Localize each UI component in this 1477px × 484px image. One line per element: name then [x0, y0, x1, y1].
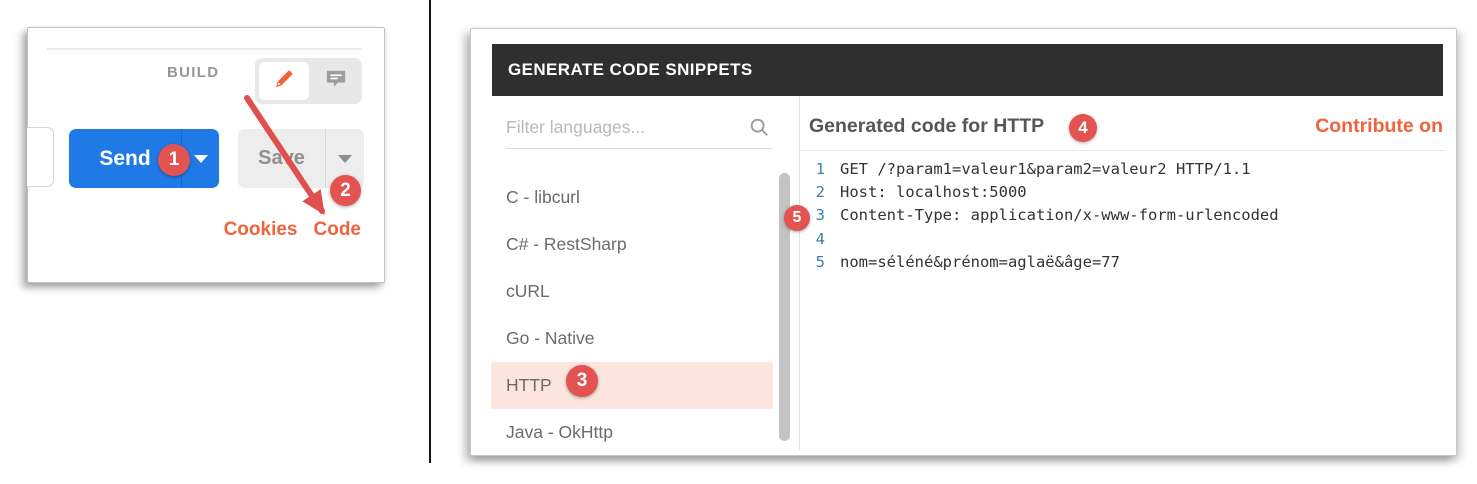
language-item-c-libcurl[interactable]: C - libcurl [491, 174, 773, 221]
panel-separator-line [429, 0, 431, 463]
code-line: 1 GET /?param1=valeur1&param2=valeur2 HT… [805, 157, 1279, 180]
code-link[interactable]: Code [314, 219, 362, 241]
annotation-badge-5: 5 [784, 205, 810, 231]
annotation-badge-4: 4 [1069, 114, 1097, 142]
comment-mode-segment[interactable] [309, 68, 362, 95]
chevron-down-icon [338, 155, 352, 163]
pencil-icon [273, 68, 295, 95]
filter-languages-input[interactable] [506, 109, 736, 145]
filter-languages-field [506, 109, 772, 149]
annotation-badge-3: 3 [566, 365, 598, 397]
dialog-title-bar: GENERATE CODE SNIPPETS [492, 44, 1443, 96]
generate-code-dialog: GENERATE CODE SNIPPETS C - libcurl C# - … [470, 28, 1457, 456]
search-icon [748, 116, 770, 143]
code-line: 2 Host: localhost:5000 [805, 180, 1279, 203]
code-line: 4 [805, 227, 1279, 250]
language-list: C - libcurl C# - RestSharp cURL Go - Nat… [491, 174, 773, 456]
chevron-down-icon [194, 155, 208, 163]
language-item-java-okhttp[interactable]: Java - OkHttp [491, 409, 773, 456]
comment-icon [325, 68, 347, 95]
line-text: GET /?param1=valeur1&param2=valeur2 HTTP… [840, 160, 1251, 178]
language-item-csharp-restsharp[interactable]: C# - RestSharp [491, 221, 773, 268]
line-number: 5 [805, 253, 825, 271]
contribute-link[interactable]: Contribute on [1315, 115, 1443, 138]
cookies-link[interactable]: Cookies [224, 219, 298, 241]
top-divider [47, 48, 362, 50]
build-label: BUILD [167, 64, 219, 81]
edit-mode-toggle [255, 58, 362, 104]
annotation-badge-2: 2 [330, 175, 361, 206]
line-text: nom=séléné&prénom=aglaë&âge=77 [840, 253, 1120, 271]
line-text: Host: localhost:5000 [840, 183, 1027, 201]
language-item-http[interactable]: HTTP [491, 362, 773, 409]
language-item-curl[interactable]: cURL [491, 268, 773, 315]
line-number: 1 [805, 160, 825, 178]
request-toolbar-screenshot: BUILD Send Save Cookies Code [27, 27, 385, 283]
line-number: 4 [805, 230, 825, 248]
code-line: 5 nom=séléné&prénom=aglaë&âge=77 [805, 250, 1279, 273]
code-pane-divider [800, 150, 1445, 151]
toolbar-links: Cookies Code [28, 219, 384, 241]
line-number: 2 [805, 183, 825, 201]
save-button-label: Save [238, 129, 325, 188]
send-button[interactable]: Send [69, 129, 219, 188]
code-viewer[interactable]: 1 GET /?param1=valeur1&param2=valeur2 HT… [805, 157, 1279, 273]
url-field-edge [27, 127, 54, 187]
annotation-badge-1: 1 [158, 144, 190, 176]
code-line: 3 Content-Type: application/x-www-form-u… [805, 204, 1279, 227]
language-item-go-native[interactable]: Go - Native [491, 315, 773, 362]
line-text: Content-Type: application/x-www-form-url… [840, 206, 1279, 224]
edit-mode-segment[interactable] [259, 62, 309, 100]
dialog-title: GENERATE CODE SNIPPETS [508, 60, 753, 79]
code-pane-title: Generated code for HTTP [809, 115, 1044, 138]
